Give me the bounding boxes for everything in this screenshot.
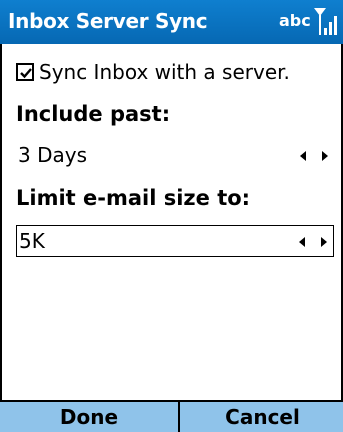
window-title: Inbox Server Sync [8,9,208,33]
limit-size-label: Limit e-mail size to: [16,186,251,210]
include-past-value: 3 Days [18,143,87,167]
limit-size-spinner[interactable]: 5K [16,225,334,257]
softkey-bar: Done Cancel [0,400,343,432]
limit-size-value: 5K [19,229,45,253]
input-mode-indicator: abc [279,11,311,30]
done-softkey[interactable]: Done [0,402,180,432]
left-right-arrows-icon[interactable] [299,236,327,248]
signal-strength-icon [314,8,337,35]
sync-inbox-label: Sync Inbox with a server. [39,60,290,84]
title-bar: Inbox Server Sync abc [0,0,343,44]
sync-inbox-checkbox[interactable] [16,63,34,81]
left-right-arrows-icon[interactable] [300,150,328,162]
checkmark-icon [20,68,32,79]
cancel-softkey[interactable]: Cancel [182,402,343,432]
settings-panel: Sync Inbox with a server. Include past: … [0,44,343,400]
include-past-label: Include past: [16,102,171,126]
include-past-spinner[interactable]: 3 Days [16,140,334,172]
